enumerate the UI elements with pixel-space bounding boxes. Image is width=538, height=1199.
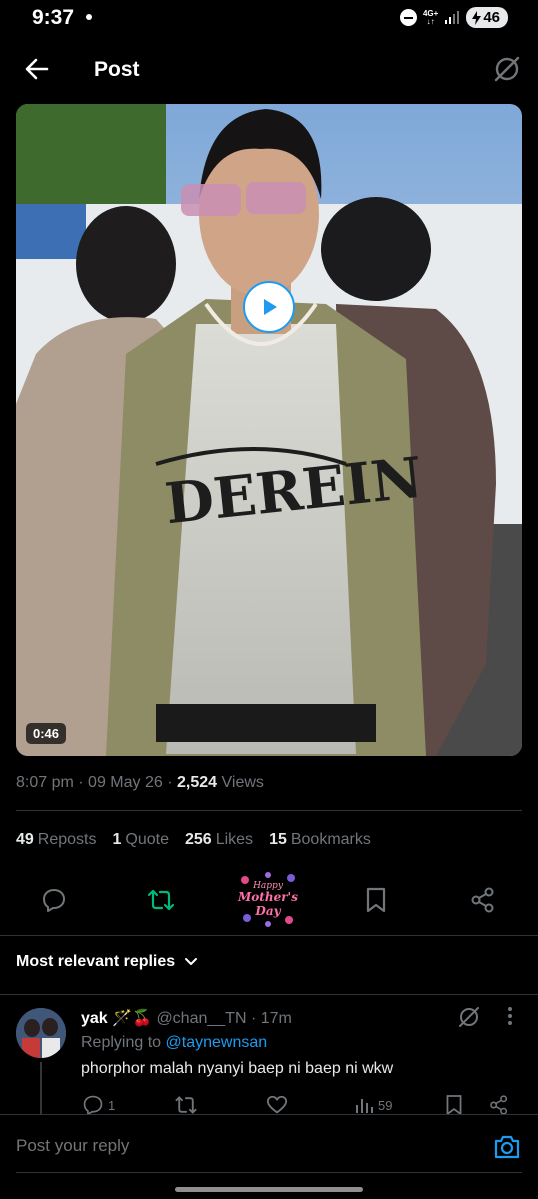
page-title: Post xyxy=(94,58,140,81)
stat-label: Bookmarks xyxy=(290,831,371,848)
charging-icon xyxy=(472,10,482,25)
repost-icon xyxy=(147,889,175,911)
reply-grok-button[interactable] xyxy=(457,1005,481,1029)
do-not-disturb-icon xyxy=(399,9,417,26)
stat-count: 15 xyxy=(269,831,287,848)
network-indicator: 4G+ ↓↑ xyxy=(423,9,438,26)
network-arrows: ↓↑ xyxy=(426,16,435,26)
share-icon xyxy=(471,887,494,913)
heart-icon xyxy=(266,1095,288,1114)
composer-underline xyxy=(16,1172,522,1173)
grok-icon xyxy=(459,1007,479,1027)
stat-count: 49 xyxy=(16,831,34,848)
post-stats: 49 Reposts 1 Quote 256 Likes 15 Bookmarks xyxy=(16,831,371,849)
grok-button[interactable] xyxy=(492,54,522,84)
post-time: 8:07 pm xyxy=(16,774,74,791)
bookmark-icon xyxy=(366,887,386,913)
views-icon xyxy=(356,1099,373,1113)
status-time: 9:37 xyxy=(32,6,75,29)
thread-line xyxy=(40,1062,42,1114)
replies-sort-dropdown[interactable]: Most relevant replies xyxy=(16,953,199,971)
play-button[interactable] xyxy=(243,281,295,333)
grok-icon xyxy=(494,56,520,82)
meta-separator: · xyxy=(250,1010,257,1027)
replying-to-label: Replying to xyxy=(81,1034,162,1051)
camera-button[interactable] xyxy=(492,1132,522,1162)
reply-reply-button[interactable]: 1 xyxy=(82,1094,115,1116)
stat-label: Likes xyxy=(215,831,254,848)
battery-level: 46 xyxy=(483,9,500,26)
more-vertical-icon xyxy=(508,1007,512,1025)
reply-views-count: 59 xyxy=(378,1097,393,1113)
reply-handle[interactable]: @chan__TN xyxy=(156,1010,246,1027)
replying-to-handle[interactable]: @taynewnsan xyxy=(166,1034,268,1051)
reply-share-button[interactable] xyxy=(489,1094,509,1116)
reply-icon xyxy=(83,1095,103,1116)
views-count: 2,524 xyxy=(177,774,218,791)
reply-bookmark-button[interactable] xyxy=(445,1094,463,1116)
replies-sort-label: Most relevant replies xyxy=(16,953,176,970)
reply-author-name[interactable]: yak 🪄🍒 xyxy=(81,1010,152,1027)
reposts-stat[interactable]: 49 Reposts xyxy=(16,831,97,849)
back-arrow-icon xyxy=(25,58,49,80)
post-meta: 8:07 pm · 09 May 26 · 2,524 Views xyxy=(16,774,264,792)
share-icon xyxy=(490,1095,508,1115)
avatar[interactable] xyxy=(16,1008,66,1058)
replying-to: Replying to @taynewnsan xyxy=(81,1034,267,1052)
status-icons: 4G+ ↓↑ 46 xyxy=(399,7,508,28)
reply-like-button[interactable] xyxy=(266,1094,288,1116)
divider xyxy=(16,810,522,811)
divider xyxy=(0,994,538,995)
reply-icon xyxy=(43,889,65,912)
reply-count: 1 xyxy=(108,1097,116,1113)
signal-icon xyxy=(445,10,460,24)
mothers-day-like-button[interactable]: Happy Mother's Day xyxy=(237,870,299,928)
notification-dot xyxy=(86,14,92,20)
avatar-image xyxy=(16,1008,66,1058)
badge-line-2: Mother's xyxy=(237,890,298,904)
share-button[interactable] xyxy=(467,884,499,916)
stat-label: Reposts xyxy=(37,831,97,848)
gesture-nav-handle[interactable] xyxy=(175,1187,363,1192)
quotes-stat[interactable]: 1 Quote xyxy=(113,831,170,849)
mothers-day-icon: Happy Mother's Day xyxy=(237,872,298,927)
meta-separator: · xyxy=(78,774,84,791)
reply-repost-button[interactable] xyxy=(174,1094,198,1116)
reply-input[interactable] xyxy=(16,1136,456,1156)
video-duration: 0:46 xyxy=(26,723,67,744)
bookmark-button[interactable] xyxy=(360,884,392,916)
stat-count: 256 xyxy=(185,831,212,848)
stat-count: 1 xyxy=(112,831,122,848)
camera-icon xyxy=(494,1135,520,1159)
repost-button[interactable] xyxy=(145,884,177,916)
reply-text: phorphor malah nyanyi baep ni baep ni wk… xyxy=(81,1060,394,1077)
badge-line-3: Day xyxy=(254,904,281,918)
reply-age: 17m xyxy=(260,1010,292,1027)
more-options-button[interactable] xyxy=(500,1006,520,1030)
video-thumbnail: DEREIN xyxy=(16,104,522,756)
meta-separator: · xyxy=(167,774,173,791)
repost-icon xyxy=(175,1096,197,1114)
battery-indicator: 46 xyxy=(466,7,508,28)
likes-stat[interactable]: 256 Likes xyxy=(185,831,253,849)
reply-button[interactable] xyxy=(38,884,70,916)
bookmarks-stat[interactable]: 15 Bookmarks xyxy=(269,831,371,849)
play-icon xyxy=(264,299,277,315)
post-video[interactable]: DEREIN xyxy=(16,104,522,756)
post-date: 09 May 26 xyxy=(88,774,163,791)
back-button[interactable] xyxy=(22,54,52,84)
divider xyxy=(0,935,538,936)
reply-views-button[interactable]: 59 xyxy=(354,1094,392,1116)
views-label: Views xyxy=(221,774,264,791)
stat-label: Quote xyxy=(125,831,169,848)
bookmark-icon xyxy=(446,1095,462,1116)
chevron-down-icon xyxy=(185,958,198,965)
reply-header: yak 🪄🍒 @chan__TN · 17m xyxy=(81,1008,292,1028)
